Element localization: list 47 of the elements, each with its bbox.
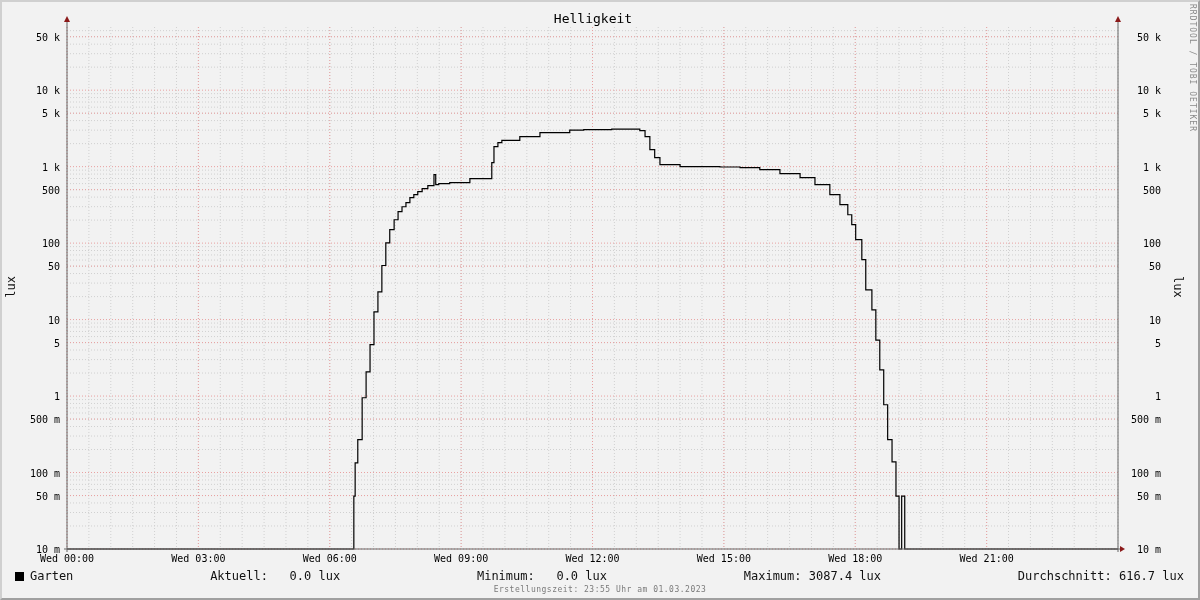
legend-label: Garten xyxy=(30,569,74,583)
y-tick-label: 50 xyxy=(47,261,60,273)
y-tick-label: 500 m xyxy=(29,414,60,426)
y-tick-label: 10 k xyxy=(1136,85,1161,97)
y-tick-label: 50 m xyxy=(35,490,60,502)
y-tick-label: 500 m xyxy=(1130,414,1161,426)
y-tick-label: 1 k xyxy=(1142,161,1161,173)
y-tick-label: 50 xyxy=(1148,261,1161,273)
y-tick-label: 10 xyxy=(1148,314,1161,326)
legend-swatch xyxy=(15,571,24,581)
y-tick-label: 10 m xyxy=(1136,544,1161,555)
x-tick-label: Wed 06:00 xyxy=(302,553,357,564)
y-tick-label: 1 xyxy=(53,391,60,403)
y-tick-label: 50 k xyxy=(35,31,60,43)
y-tick-label: 100 xyxy=(41,238,60,250)
y-tick-label: 10 xyxy=(47,314,60,326)
x-tick-label: Wed 21:00 xyxy=(959,553,1014,564)
y-tick-label: 5 xyxy=(53,337,60,349)
y-axis-label: lux xyxy=(4,275,18,298)
legend-stat: Aktuell: 0.0 lux xyxy=(210,569,341,583)
y-tick-label: 5 k xyxy=(41,108,60,120)
y-tick-label: 100 m xyxy=(29,467,60,479)
y-tick-label: 500 xyxy=(41,184,60,196)
watermark-text: RRDTOOL / TOBI OETIKER xyxy=(1188,4,1197,132)
x-tick-label: Wed 15:00 xyxy=(696,553,751,564)
x-tick-label: Wed 03:00 xyxy=(171,553,226,564)
footer-text: Erstellungszeit: 23:55 Uhr am 01.03.2023 xyxy=(492,585,708,594)
y-tick-label: 50 m xyxy=(1136,490,1161,502)
y-tick-label: 50 k xyxy=(1136,31,1161,43)
legend-stat: Durchschnitt: 616.7 lux xyxy=(1017,569,1184,583)
legend-stat: Minimum: 0.0 lux xyxy=(476,569,607,583)
y-tick-label: 5 xyxy=(1154,337,1161,349)
x-tick-label: Wed 12:00 xyxy=(565,553,620,564)
y-tick-label: 1 k xyxy=(41,161,60,173)
x-tick-label: Wed 18:00 xyxy=(828,553,883,564)
y-tick-label: 10 m xyxy=(35,544,60,555)
chart-title: Helligkeit xyxy=(553,11,633,26)
y-tick-label: 10 k xyxy=(35,85,60,97)
y-tick-label: 100 m xyxy=(1130,467,1161,479)
x-tick-label: Wed 09:00 xyxy=(434,553,489,564)
y-tick-label: 100 xyxy=(1142,238,1161,250)
y-tick-label: 1 xyxy=(1154,391,1161,403)
y-tick-label: 5 k xyxy=(1142,108,1161,120)
y-axis-label: lux xyxy=(1171,275,1186,298)
y-tick-label: 500 xyxy=(1142,184,1161,196)
x-tick-label: Wed 00:00 xyxy=(39,553,95,564)
legend-stat: Maximum: 3087.4 lux xyxy=(743,569,882,583)
